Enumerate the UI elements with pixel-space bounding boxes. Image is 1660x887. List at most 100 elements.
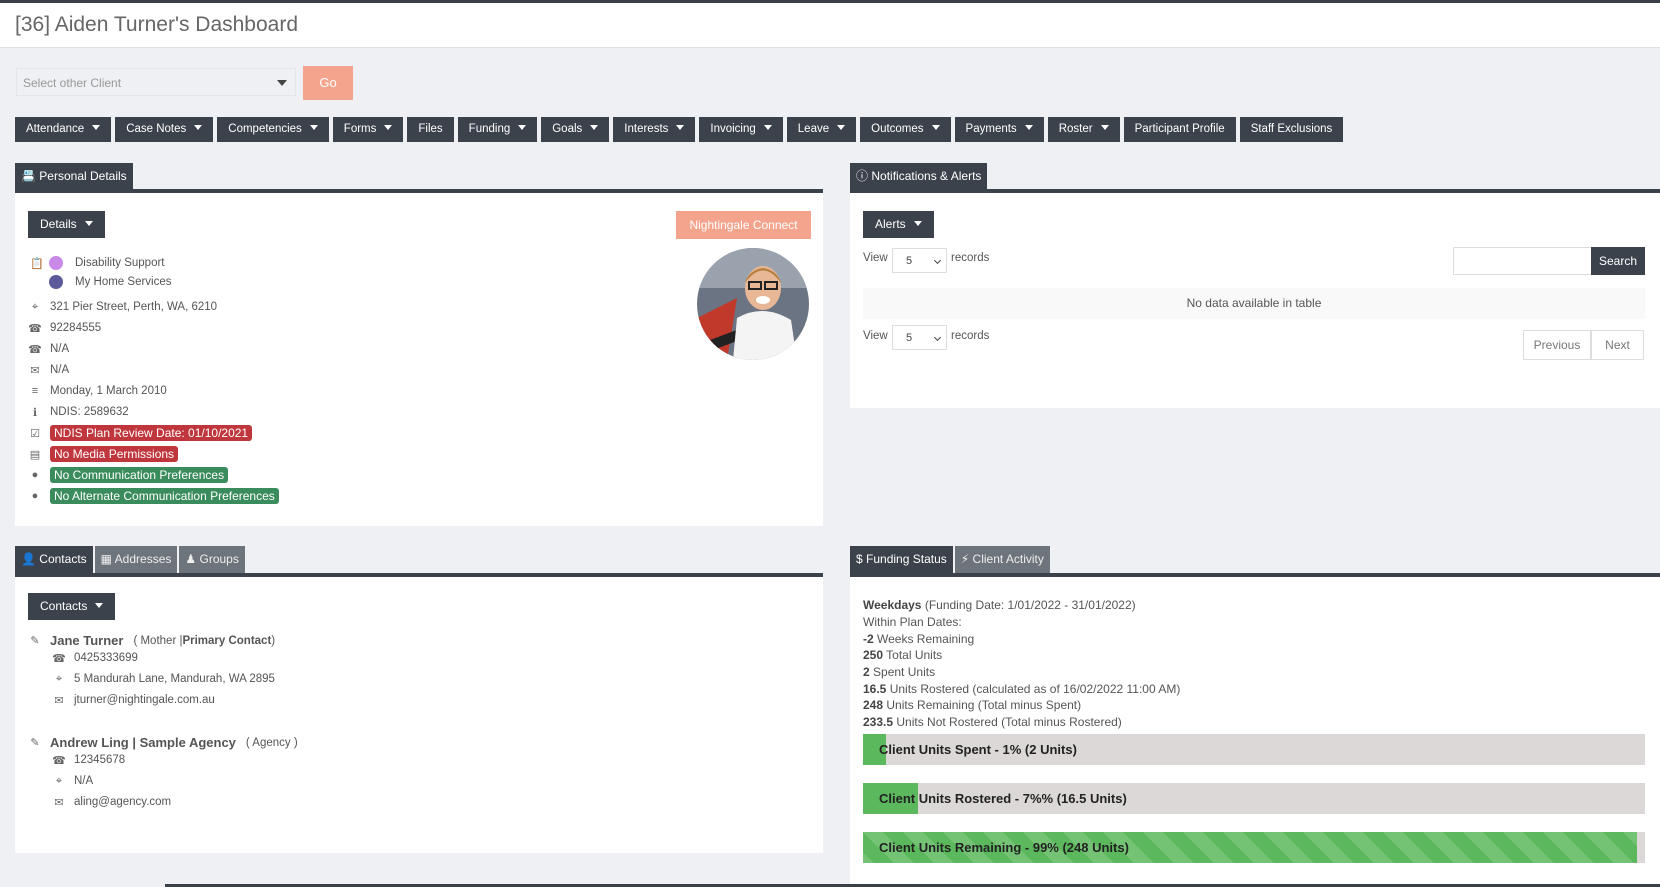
contacts-panel — [15, 575, 823, 853]
page-length-value: 5 — [906, 332, 913, 344]
contact-email-text: aling@agency.com — [74, 796, 172, 808]
phone-icon: ☎ — [52, 754, 66, 767]
menu-label: Staff Exclusions — [1250, 123, 1333, 135]
not-rostered-value: 233.5 — [863, 715, 894, 729]
menu-payments[interactable]: Payments — [954, 117, 1044, 142]
client-select-placeholder: Select other Client — [23, 76, 122, 90]
tab-groups[interactable]: ♟ Groups — [179, 546, 245, 573]
caret-down-icon — [518, 125, 527, 131]
spent-value: 2 — [863, 665, 870, 679]
primary-contact-label: Primary Contact — [182, 634, 272, 647]
caret-down-icon — [763, 125, 772, 131]
service-label: My Home Services — [75, 276, 172, 288]
caret-down-icon — [384, 125, 393, 131]
dob-text: Monday, 1 March 2010 — [50, 385, 167, 397]
menu-label: Files — [418, 123, 443, 135]
client-avatar — [697, 248, 809, 360]
search-input[interactable] — [1453, 247, 1592, 275]
tab-personal-details[interactable]: 📇 Personal Details — [15, 163, 133, 190]
id-badge-icon: 📋 — [30, 257, 44, 270]
search-button[interactable]: Search — [1591, 247, 1645, 275]
menu-staff-exclusions[interactable]: Staff Exclusions — [1239, 117, 1344, 142]
remaining-units: 248 Units Remaining (Total minus Spent) — [863, 698, 1081, 712]
dollar-icon: $ — [856, 552, 863, 566]
tab-label: Notifications & Alerts — [871, 169, 982, 183]
contact-relation: ( Agency ) — [245, 736, 298, 749]
nightingale-connect-button[interactable]: Nightingale Connect — [676, 211, 811, 239]
menu-case-notes[interactable]: Case Notes — [115, 117, 214, 142]
tab-notifications-alerts[interactable]: ⓘ Notifications & Alerts — [850, 163, 988, 190]
go-button[interactable]: Go — [303, 66, 353, 100]
map-marker-icon: ⌖ — [55, 774, 63, 787]
tab-underline — [15, 573, 823, 577]
mobile-row: ☎ N/A — [28, 342, 69, 356]
contacts-label: Contacts — [40, 599, 88, 613]
menu-forms[interactable]: Forms — [332, 117, 404, 142]
units-rostered-progress-bar: Client Units Rostered - 7%% (16.5 Units) — [863, 783, 1645, 814]
menu-label: Outcomes — [871, 123, 924, 135]
menu-competencies[interactable]: Competencies — [217, 117, 329, 142]
view-records-top: View — [863, 252, 888, 264]
page-length-select-bottom[interactable]: 5 — [892, 325, 947, 350]
funding-title: Weekdays (Funding Date: 1/01/2022 - 31/0… — [863, 598, 1136, 612]
chevron-down-icon — [933, 256, 942, 265]
menu-label: Case Notes — [126, 123, 187, 135]
tab-funding-status[interactable]: $ Funding Status — [850, 546, 953, 573]
view-label: View — [863, 330, 888, 342]
menu-files[interactable]: Files — [407, 117, 454, 142]
tab-label: Personal Details — [39, 169, 127, 183]
envelope-icon: ✉ — [30, 364, 40, 377]
alerts-dropdown-button[interactable]: Alerts — [863, 211, 934, 238]
tab-client-activity[interactable]: ⚡ Client Activity — [954, 546, 1050, 573]
bolt-icon: ⚡ — [960, 552, 970, 566]
menu-goals[interactable]: Goals — [541, 117, 610, 142]
page-length-value: 5 — [906, 255, 913, 267]
details-dropdown-button[interactable]: Details — [28, 211, 105, 238]
caret-down-icon — [1100, 125, 1109, 131]
tab-underline — [850, 189, 1660, 193]
birthday-cake-icon: ≡ — [31, 385, 39, 397]
records-label-top: records — [951, 252, 989, 264]
tab-label: Addresses — [114, 552, 172, 566]
pencil-icon[interactable]: ✎ — [28, 634, 42, 648]
menu-funding[interactable]: Funding — [457, 117, 538, 142]
contact-item: ✎ Andrew Ling | Sample Agency ( Agency ) — [28, 735, 298, 750]
phone-icon: ☎ — [28, 322, 42, 335]
previous-page-button[interactable]: Previous — [1523, 330, 1591, 360]
menu-invoicing[interactable]: Invoicing — [699, 117, 783, 142]
menu-outcomes[interactable]: Outcomes — [860, 117, 951, 142]
client-select[interactable]: Select other Client — [16, 68, 296, 96]
not-rostered-units: 233.5 Units Not Rostered (Total minus Ro… — [863, 715, 1122, 729]
caret-down-icon — [194, 125, 203, 131]
avatar-photo — [697, 248, 809, 360]
menu-attendance[interactable]: Attendance — [15, 117, 112, 142]
weeks-text: Weeks Remaining — [877, 632, 975, 646]
not-rostered-text: Units Not Rostered (Total minus Rostered… — [896, 715, 1122, 729]
menu-roster[interactable]: Roster — [1047, 117, 1120, 142]
contact-relation: ( Mother | — [133, 634, 183, 647]
details-label: Details — [40, 217, 77, 231]
envelope-icon: ✉ — [54, 796, 64, 809]
menu-leave[interactable]: Leave — [786, 117, 857, 142]
page-length-select[interactable]: 5 — [892, 248, 947, 273]
progress-label: Client Units Rostered - 7%% (16.5 Units) — [879, 791, 1127, 806]
contacts-dropdown-button[interactable]: Contacts — [28, 593, 116, 620]
next-page-button[interactable]: Next — [1591, 330, 1644, 360]
ndis-row: ℹ NDIS: 2589632 — [28, 405, 129, 419]
tab-label: Client Activity — [972, 552, 1044, 566]
tab-contacts[interactable]: 👤 Contacts — [15, 546, 93, 573]
spent-units: 2 Spent Units — [863, 665, 935, 679]
pencil-icon[interactable]: ✎ — [28, 736, 42, 750]
contact-email: ✉ jturner@nightingale.com.au — [52, 693, 214, 707]
tab-addresses[interactable]: ▦ Addresses — [94, 546, 178, 573]
phone-row: ☎ 92284555 — [28, 321, 101, 335]
menu-interests[interactable]: Interests — [613, 117, 696, 142]
media-permission-badge: No Media Permissions — [50, 446, 179, 462]
comment-icon: ● — [31, 469, 39, 481]
empty-table-message: No data available in table — [863, 288, 1645, 319]
contact-phone: ☎ 12345678 — [52, 753, 125, 767]
records-label: records — [951, 330, 990, 342]
rostered-units: 16.5 Units Rostered (calculated as of 16… — [863, 682, 1180, 696]
menu-label: Invoicing — [710, 123, 756, 135]
menu-participant-profile[interactable]: Participant Profile — [1123, 117, 1236, 142]
